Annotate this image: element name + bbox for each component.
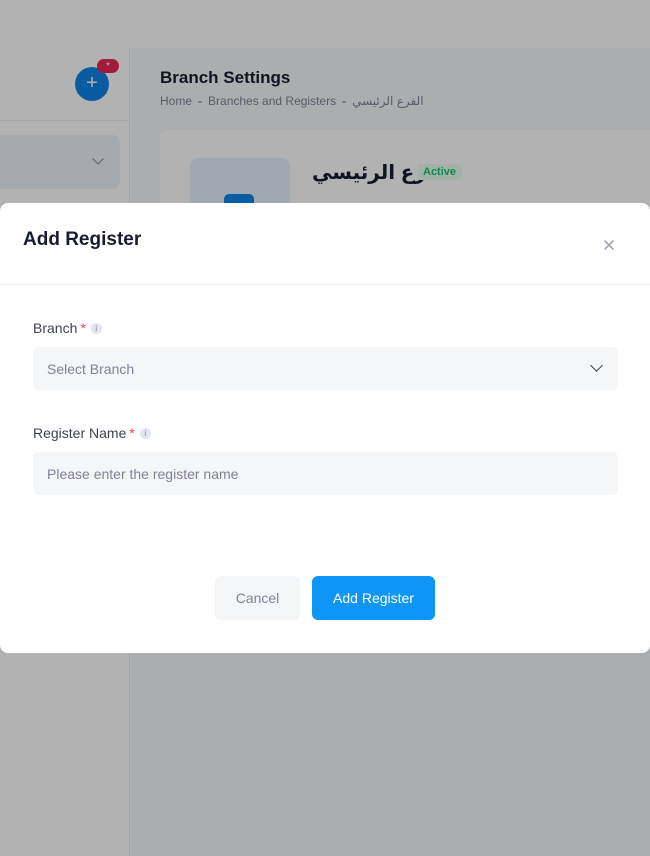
add-register-modal: Add Register Branch * i Select Branch Regi… [0, 203, 650, 653]
modal-title: Add Register [23, 229, 142, 250]
modal-header: Add Register [0, 203, 650, 285]
branch-label: Branch * i [33, 320, 102, 336]
info-icon[interactable]: i [90, 323, 102, 334]
register-name-input[interactable] [33, 452, 618, 495]
required-mark: * [129, 425, 135, 441]
chevron-down-icon [590, 359, 603, 372]
register-name-label: Register Name * i [33, 425, 151, 441]
register-name-label-text: Register Name [33, 425, 127, 441]
branch-select[interactable]: Select Branch [33, 347, 618, 390]
info-icon[interactable]: i [139, 428, 151, 439]
branch-label-text: Branch [33, 320, 78, 336]
add-register-button[interactable]: Add Register [312, 576, 435, 620]
cancel-button[interactable]: Cancel [215, 576, 300, 620]
required-mark: * [80, 320, 86, 336]
branch-select-placeholder: Select Branch [47, 361, 135, 377]
close-icon[interactable] [599, 235, 619, 255]
